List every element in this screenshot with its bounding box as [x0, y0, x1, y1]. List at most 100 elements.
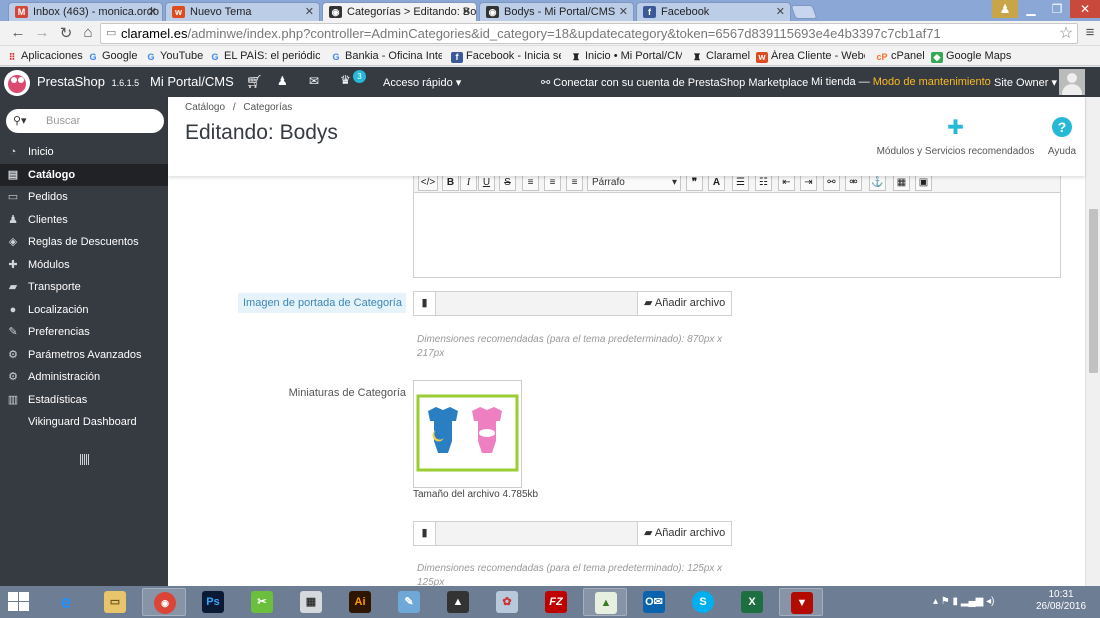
bookmark-star-icon[interactable]: ☆	[1056, 23, 1076, 43]
close-tab-icon[interactable]: ✕	[305, 5, 314, 18]
bookmark-item[interactable]: G Google	[87, 50, 137, 63]
calculator-icon[interactable]: ▦	[289, 588, 333, 616]
bookmark-item[interactable]: cP cPanel	[876, 50, 924, 63]
text-color-icon[interactable]: A	[708, 175, 725, 191]
menu-icon[interactable]: ≡	[1080, 24, 1100, 41]
scrollbar-thumb[interactable]	[1089, 209, 1098, 373]
cart-icon[interactable]: 🛒︎	[246, 74, 263, 90]
browser-tab[interactable]: ◉ Bodys - Mi Portal/CMS ✕	[479, 2, 634, 21]
mail-icon[interactable]: ✉	[309, 74, 319, 88]
align-center-icon[interactable]: ≡	[544, 175, 561, 191]
user-icon[interactable]: ♟	[277, 74, 288, 88]
marketplace-link[interactable]: ⚯ Conectar con su cuenta de PrestaShop M…	[541, 76, 808, 89]
home-icon[interactable]: ⌂	[78, 24, 98, 41]
unlink-icon[interactable]: ⚮	[845, 175, 862, 191]
numbered-list-icon[interactable]: ☷	[755, 175, 772, 191]
search-input[interactable]: ⚲▾ Buscar	[6, 109, 164, 133]
add-file-button[interactable]: ▰ Añadir archivo	[637, 522, 731, 545]
cover-image-file-input[interactable]: ▮ ▰ Añadir archivo	[413, 291, 732, 316]
sidebar-item-pedidos[interactable]: ▭ Pedidos	[0, 186, 168, 208]
browser-tab[interactable]: M Inbox (463) - monica.ordo ✕	[8, 2, 163, 21]
chart-app-icon[interactable]: ▲	[583, 588, 627, 616]
user-profile-icon[interactable]: ♟	[992, 0, 1018, 18]
excel-icon[interactable]: X	[730, 588, 774, 616]
bookmark-item[interactable]: ⠿ Aplicaciones	[6, 50, 83, 63]
sidebar-item-catalogo[interactable]: ▤ Catálogo	[0, 164, 168, 186]
reload-icon[interactable]: ↻	[56, 24, 76, 42]
clock[interactable]: 10:31 26/08/2016	[1031, 589, 1091, 613]
sidebar-item-administracion[interactable]: ⚙ Administración	[0, 366, 168, 388]
photoshop-icon[interactable]: Ps	[191, 588, 235, 616]
filezilla-icon[interactable]: FZ	[534, 588, 578, 616]
bookmark-item[interactable]: G YouTube	[145, 50, 203, 63]
align-left-icon[interactable]: ≡	[522, 175, 539, 191]
search-icon[interactable]: ⚲▾	[13, 114, 27, 127]
bookmark-item[interactable]: ◆ Google Maps	[931, 50, 1011, 63]
browser-tab[interactable]: f Facebook ✕	[636, 2, 791, 21]
indent-icon[interactable]: ⇥	[800, 175, 817, 191]
anchor-icon[interactable]: ⚓	[869, 175, 886, 191]
acrobat-icon[interactable]: ▼	[779, 588, 823, 616]
paint-icon[interactable]: ✿	[485, 588, 529, 616]
underline-icon[interactable]: U	[478, 175, 495, 191]
sidebar-item-inicio[interactable]: ◔ Inicio	[0, 141, 168, 163]
add-file-button[interactable]: ▰ Añadir archivo	[637, 292, 731, 315]
bookmark-item[interactable]: ♜ Inicio • Mi Portal/CMS	[570, 50, 682, 63]
browser-tab-active[interactable]: ◉ Categorías > Editando: Bo ✕	[322, 2, 477, 21]
internet-explorer-icon[interactable]: e	[44, 588, 88, 616]
sidebar-item-clientes[interactable]: ♟ Clientes	[0, 209, 168, 231]
page-scrollbar[interactable]	[1085, 97, 1100, 586]
minimize-icon[interactable]: ▁	[1018, 0, 1044, 18]
inkscape-icon[interactable]: ▲	[436, 588, 480, 616]
url-input[interactable]: ▭ claramel.es/adminwe/index.php?controll…	[100, 23, 1078, 44]
quick-access-menu[interactable]: Acceso rápido ▾	[383, 76, 461, 89]
source-code-icon[interactable]: </>	[418, 175, 438, 191]
close-tab-icon[interactable]: ✕	[776, 5, 785, 18]
my-shop-link[interactable]: Mi tienda — Modo de mantenimiento	[811, 76, 991, 88]
image-icon[interactable]: ▣	[915, 175, 932, 191]
employee-menu[interactable]: Site Owner ▾	[994, 76, 1057, 89]
link-icon[interactable]: ⚯	[823, 175, 840, 191]
maximize-icon[interactable]: ❐	[1044, 0, 1070, 18]
blockquote-icon[interactable]: ❞	[686, 175, 703, 191]
windows-start-icon[interactable]	[8, 592, 30, 612]
illustrator-icon[interactable]: Ai	[338, 588, 382, 616]
bookmark-item[interactable]: wÁrea Cliente - Webem	[756, 50, 865, 63]
chrome-icon[interactable]: ◉	[142, 588, 186, 616]
close-tab-icon[interactable]: ✕	[462, 5, 471, 18]
browser-tab[interactable]: w Nuevo Tema ✕	[165, 2, 320, 21]
back-icon[interactable]: ←	[8, 24, 28, 41]
bullet-list-icon[interactable]: ☰	[732, 175, 749, 191]
forward-icon[interactable]: →	[32, 24, 52, 41]
collapse-sidebar-icon[interactable]	[80, 454, 89, 465]
sidebar-item-transporte[interactable]: ▰ Transporte	[0, 276, 168, 298]
sidebar-item-modulos[interactable]: ✚ Módulos	[0, 254, 168, 276]
sidebar-item-parametros[interactable]: ⚙ Parámetros Avanzados	[0, 344, 168, 366]
sidebar-item-localizacion[interactable]: ● Localización	[0, 299, 168, 321]
bookmark-item[interactable]: fFacebook - Inicia sesió	[451, 50, 561, 63]
align-right-icon[interactable]: ≡	[566, 175, 583, 191]
bold-icon[interactable]: B	[442, 175, 459, 191]
strikethrough-icon[interactable]: S	[499, 175, 516, 191]
notes-icon[interactable]: ✎	[387, 588, 431, 616]
sidebar-item-preferencias[interactable]: ✎ Preferencias	[0, 321, 168, 343]
bookmark-item[interactable]: GBankia - Oficina Intern	[330, 50, 442, 63]
thumbnail-file-input[interactable]: ▮ ▰ Añadir archivo	[413, 521, 732, 546]
sidebar-item-estadisticas[interactable]: ▥ Estadísticas	[0, 389, 168, 411]
sidebar-item-reglas[interactable]: ◈ Reglas de Descuentos	[0, 231, 168, 253]
outdent-icon[interactable]: ⇤	[778, 175, 795, 191]
trophy-icon[interactable]: ♛	[340, 73, 351, 87]
format-select[interactable]: Párrafo ▾	[587, 175, 681, 191]
file-explorer-icon[interactable]: ▭	[93, 588, 137, 616]
italic-icon[interactable]: I	[460, 175, 477, 191]
bookmark-item[interactable]: GEL PAÍS: el periódico g	[209, 50, 320, 63]
outlook-icon[interactable]: O✉	[632, 588, 676, 616]
avatar[interactable]	[1059, 69, 1085, 95]
close-tab-icon[interactable]: ✕	[148, 5, 157, 18]
greenshot-icon[interactable]: ✂	[240, 588, 284, 616]
recommended-modules-button[interactable]: ✚ Módulos y Servicios recomendados	[873, 117, 1038, 157]
sidebar-item-vikinguard[interactable]: Vikinguard Dashboard	[0, 411, 168, 433]
media-icon[interactable]: ▦	[893, 175, 910, 191]
close-tab-icon[interactable]: ✕	[619, 5, 628, 18]
skype-icon[interactable]: S	[681, 588, 725, 616]
